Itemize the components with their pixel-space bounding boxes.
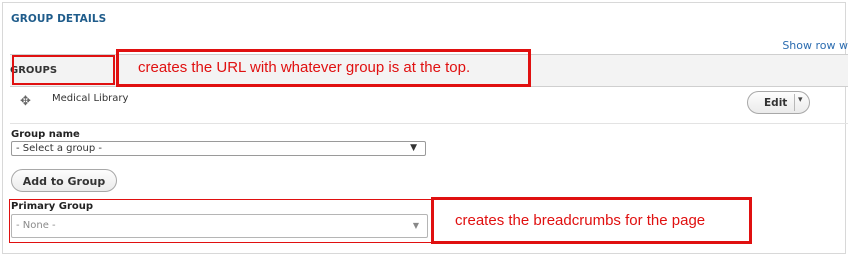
dropbutton-separator bbox=[794, 94, 795, 111]
chevron-down-icon: ▼ bbox=[410, 143, 417, 153]
group-row-name: Medical Library bbox=[52, 93, 129, 104]
edit-button-label[interactable]: Edit bbox=[764, 97, 787, 109]
add-to-group-button[interactable]: Add to Group bbox=[11, 169, 117, 192]
annotation-box-groups-header bbox=[12, 55, 115, 85]
annotation-bottom: creates the breadcrumbs for the page bbox=[455, 212, 706, 229]
primary-group-label: Primary Group bbox=[11, 201, 94, 212]
group-name-label: Group name bbox=[11, 129, 80, 140]
table-row bbox=[10, 87, 848, 124]
edit-dropbutton[interactable]: Edit ▾ bbox=[747, 91, 810, 114]
drag-handle-icon[interactable]: ✥ bbox=[20, 94, 31, 109]
group-name-select[interactable]: - Select a group - ▼ bbox=[11, 141, 426, 156]
primary-group-selected: - None - bbox=[16, 220, 56, 231]
group-name-selected: - Select a group - bbox=[16, 143, 102, 154]
primary-group-select[interactable]: - None - ▼ bbox=[11, 214, 428, 238]
chevron-down-icon[interactable]: ▾ bbox=[798, 95, 803, 105]
add-to-group-label: Add to Group bbox=[22, 175, 106, 188]
section-title: GROUP DETAILS bbox=[11, 13, 107, 25]
annotation-top: creates the URL with whatever group is a… bbox=[138, 59, 471, 76]
chevron-down-icon: ▼ bbox=[412, 221, 419, 230]
show-row-weights-link[interactable]: Show row w bbox=[782, 39, 848, 52]
